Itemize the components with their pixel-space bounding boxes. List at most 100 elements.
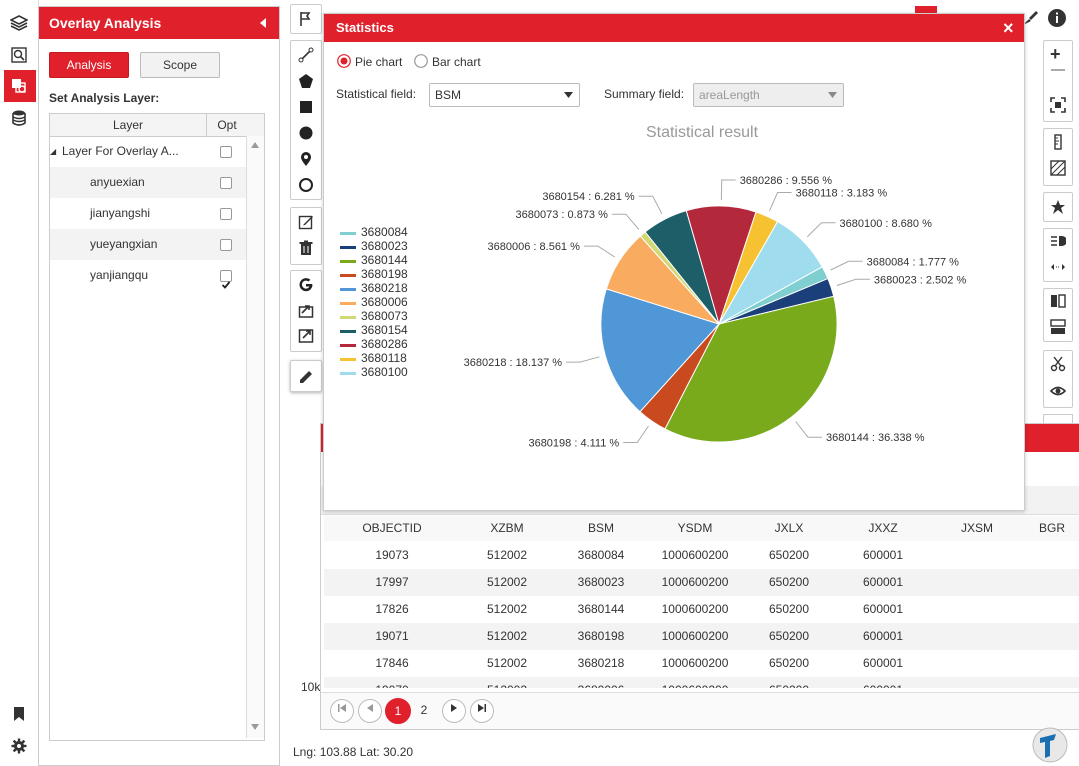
pagination-bar: 1 2 — [321, 692, 1079, 729]
column-header[interactable]: JXLX — [742, 516, 837, 541]
zoom-out-icon[interactable] — [1051, 69, 1065, 71]
legend-label[interactable]: 3680023 — [361, 239, 408, 253]
layer-row[interactable]: Layer For Overlay A... ◢ — [50, 136, 246, 167]
legend-label[interactable]: 3680218 — [361, 281, 408, 295]
draw-line-icon[interactable] — [298, 47, 314, 63]
table-row[interactable]: 17997 512002 3680023 1000600200 650200 600001 — [324, 569, 1079, 596]
expand-triangle-icon[interactable]: ◢ — [50, 136, 56, 167]
settings-gear-icon[interactable] — [10, 737, 28, 755]
legend-label[interactable]: 3680198 — [361, 267, 408, 281]
prev-page-button[interactable] — [358, 699, 382, 723]
area-measure-icon[interactable] — [1050, 160, 1066, 176]
info-icon[interactable] — [1047, 8, 1067, 28]
draw-polygon-icon[interactable] — [298, 73, 314, 89]
layer-row[interactable]: anyuexian — [50, 167, 246, 198]
scroll-up-icon[interactable] — [251, 142, 259, 148]
layer-checkbox[interactable] — [220, 177, 232, 189]
column-header[interactable]: JXSM — [930, 516, 1025, 541]
scope-tab-button[interactable]: Scope — [140, 52, 220, 78]
legend-label[interactable]: 3680154 — [361, 323, 408, 337]
zoom-in-icon[interactable]: + — [1050, 44, 1061, 65]
collapse-left-icon[interactable] — [259, 18, 267, 28]
layers-icon[interactable] — [10, 14, 28, 32]
scroll-down-icon[interactable] — [251, 724, 259, 730]
legend-label[interactable]: 3680144 — [361, 253, 408, 267]
draw-circle-icon[interactable] — [298, 125, 314, 141]
eraser-pencil-icon[interactable] — [298, 368, 314, 384]
table-row[interactable]: 19071 512002 3680198 1000600200 650200 600001 — [324, 623, 1079, 650]
close-icon[interactable]: × — [1003, 14, 1014, 42]
column-header[interactable]: BSM — [554, 516, 649, 541]
table-row[interactable]: 17826 512002 3680144 1000600200 650200 600001 — [324, 596, 1079, 623]
table-row[interactable]: 17846 512002 3680218 1000600200 650200 600001 — [324, 650, 1079, 677]
layer-checkbox[interactable] — [220, 270, 232, 289]
legend-label[interactable]: 3680100 — [361, 365, 408, 379]
import-icon[interactable] — [298, 302, 314, 318]
layer-checkbox[interactable] — [220, 146, 232, 158]
layer-swap-icon[interactable] — [1050, 319, 1066, 335]
pie-chart-radio[interactable] — [337, 54, 351, 68]
layer-row[interactable]: yueyangxian — [50, 229, 246, 260]
legend-label[interactable]: 3680286 — [361, 337, 408, 351]
legend-label[interactable]: 3680118 — [361, 351, 407, 365]
slice-leader-line — [830, 260, 863, 271]
table-cell — [930, 596, 1024, 623]
table-row[interactable]: 1907051200236800061000600200650200600001 — [324, 677, 1079, 688]
swipe-arrows-icon[interactable] — [1050, 259, 1066, 275]
statistical-field-select[interactable]: BSM — [429, 83, 580, 107]
bar-chart-radio[interactable] — [414, 54, 428, 68]
split-view-icon[interactable] — [1050, 293, 1066, 309]
scissors-icon[interactable] — [1050, 356, 1066, 372]
draw-ring-icon[interactable] — [298, 177, 314, 193]
analysis-tab-button[interactable]: Analysis — [49, 52, 129, 78]
bar-chart-radio-label[interactable]: Bar chart — [432, 55, 481, 69]
layer-row[interactable]: yanjiangqu — [50, 260, 246, 291]
summary-field-select[interactable]: areaLength — [693, 83, 844, 107]
slice-leader-line — [795, 421, 822, 438]
full-extent-icon[interactable] — [1050, 97, 1066, 113]
prev-page-icon — [367, 704, 373, 712]
layer-row[interactable]: jianyangshi — [50, 198, 246, 229]
column-header[interactable]: XZBM — [460, 516, 555, 541]
query-icon[interactable] — [10, 46, 28, 64]
layer-checkbox[interactable] — [220, 208, 232, 220]
first-page-button[interactable] — [330, 699, 354, 723]
legend-icon[interactable] — [1050, 233, 1066, 249]
pie-chart-radio-label[interactable]: Pie chart — [355, 55, 402, 69]
delete-trash-icon[interactable] — [298, 240, 314, 256]
eye-icon[interactable] — [1050, 383, 1066, 399]
draw-rectangle-icon[interactable] — [298, 99, 314, 115]
export-icon[interactable] — [298, 327, 314, 343]
table-cell: 19071 — [375, 629, 409, 643]
database-icon[interactable] — [10, 109, 28, 127]
table-cell: 600001 — [862, 548, 904, 562]
flag-tool-group — [290, 4, 322, 34]
legend-label[interactable]: 3680073 — [361, 309, 408, 323]
column-header[interactable]: OBJECTID — [324, 516, 461, 541]
legend-swatch — [340, 330, 356, 333]
bookmark-icon[interactable] — [10, 705, 28, 723]
overlay-analysis-icon[interactable] — [10, 77, 28, 95]
layer-table-scrollbar[interactable] — [246, 136, 264, 738]
legend-label[interactable]: 3680006 — [361, 295, 408, 309]
edit-icon[interactable] — [298, 214, 314, 230]
draw-point-icon[interactable] — [298, 151, 314, 167]
flag-icon[interactable] — [298, 11, 314, 27]
next-page-icon — [451, 704, 457, 712]
star-icon[interactable] — [1050, 199, 1066, 215]
page-2-button[interactable]: 2 — [416, 703, 432, 717]
table-cell: 650200 — [768, 656, 810, 670]
layer-checkbox[interactable] — [220, 239, 232, 251]
table-row[interactable]: 19073 512002 3680084 1000600200 650200 600001 — [324, 542, 1079, 569]
ruler-icon[interactable] — [1050, 134, 1066, 150]
column-header[interactable]: BGR — [1024, 516, 1079, 541]
table-cell: 3680144 — [577, 602, 625, 616]
legend-label[interactable]: 3680084 — [361, 225, 408, 239]
page-1-button[interactable]: 1 — [385, 698, 411, 724]
chevron-down-icon — [564, 92, 573, 98]
next-page-button[interactable] — [442, 699, 466, 723]
google-icon[interactable] — [298, 277, 314, 293]
column-header[interactable]: JXXZ — [836, 516, 931, 541]
column-header[interactable]: YSDM — [648, 516, 743, 541]
last-page-button[interactable] — [470, 699, 494, 723]
